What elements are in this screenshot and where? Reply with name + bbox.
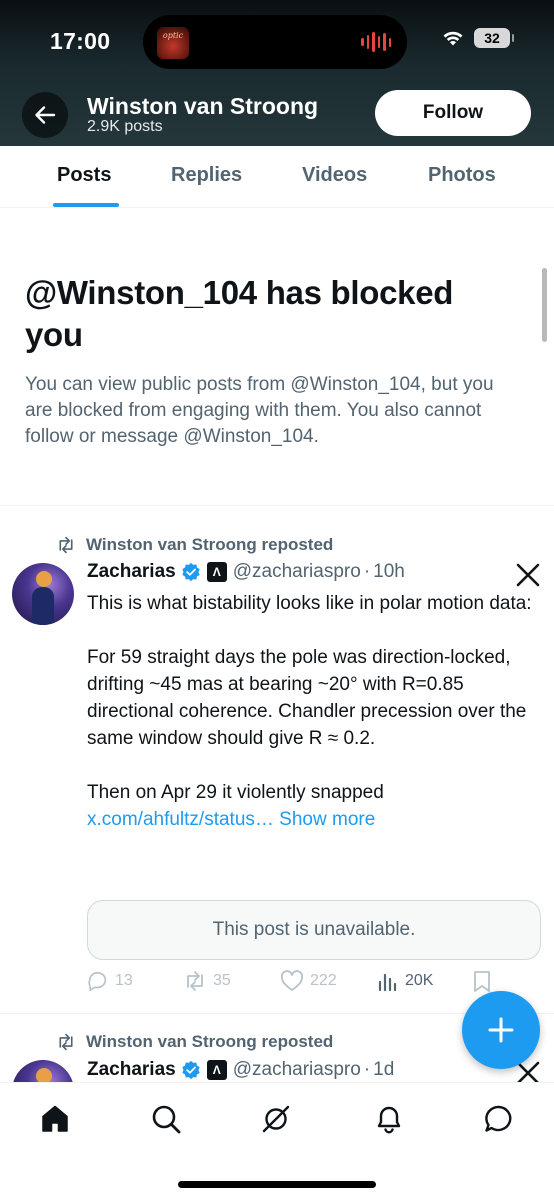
- repost-icon: [59, 536, 73, 554]
- post-body[interactable]: This is what bistability looks like in p…: [87, 590, 539, 833]
- avatar[interactable]: [12, 563, 74, 625]
- battery-indicator: 32: [474, 28, 514, 48]
- post-author-handle[interactable]: @zachariaspro: [233, 561, 361, 583]
- post-timestamp[interactable]: 1d: [373, 1059, 394, 1081]
- heart-icon: [280, 970, 304, 991]
- plus-icon: [488, 1017, 514, 1043]
- repost-icon: [187, 971, 203, 991]
- audio-waveform-icon: [361, 32, 391, 52]
- messages-icon[interactable]: [483, 1103, 515, 1135]
- repost-count: 35: [213, 972, 231, 989]
- profile-posts-count: 2.9K posts: [87, 118, 163, 135]
- grok-icon[interactable]: [515, 562, 541, 588]
- now-playing-artwork: optic: [157, 27, 189, 59]
- wifi-icon: [443, 31, 463, 46]
- bookmark-icon[interactable]: [472, 970, 492, 994]
- separator-dot: ·: [363, 1059, 371, 1080]
- like-count: 222: [310, 972, 337, 989]
- active-tab-indicator: [53, 203, 119, 207]
- notifications-icon[interactable]: [373, 1103, 405, 1135]
- verified-badge-icon: [182, 562, 200, 582]
- reply-button[interactable]: 13: [87, 970, 133, 992]
- blocked-description: You can view public posts from @Winston_…: [25, 374, 494, 447]
- artwork-text: optic: [162, 31, 184, 40]
- post-paragraph: This is what bistability looks like in p…: [87, 593, 532, 614]
- quoted-post-unavailable: This post is unavailable.: [87, 900, 541, 960]
- arrow-left-icon: [35, 106, 56, 124]
- home-indicator[interactable]: [178, 1181, 376, 1188]
- avatar[interactable]: [12, 1060, 74, 1082]
- status-indicators: 32: [442, 28, 514, 48]
- post-timestamp[interactable]: 10h: [373, 561, 405, 583]
- like-button[interactable]: 222: [280, 970, 337, 992]
- tab-photos[interactable]: Photos: [428, 164, 496, 187]
- profile-name: Winston van Stroong: [87, 93, 319, 119]
- tab-replies[interactable]: Replies: [171, 164, 242, 187]
- post-link[interactable]: x.com/ahfultz/status…: [87, 809, 274, 830]
- status-bar: 17:00 optic 32: [0, 0, 554, 80]
- repost-indicator[interactable]: Winston van Stroong reposted: [56, 1032, 333, 1052]
- home-icon[interactable]: [39, 1103, 71, 1135]
- tab-videos[interactable]: Videos: [302, 164, 367, 187]
- repost-button[interactable]: 35: [183, 970, 231, 992]
- follow-button[interactable]: Follow: [375, 90, 531, 136]
- post-paragraph-last: Then on Apr 29 it violently snapped x.co…: [87, 779, 539, 833]
- back-button[interactable]: [22, 92, 68, 138]
- search-icon[interactable]: [150, 1103, 182, 1135]
- profile-header: 17:00 optic 32 Winston van Stroong 2.9K …: [0, 0, 554, 146]
- views-chart-icon: [378, 973, 397, 992]
- post-header: Zacharias Λ @zachariaspro · 1d: [87, 1059, 394, 1081]
- post-author-name[interactable]: Zacharias: [87, 1059, 176, 1081]
- views-button[interactable]: 20K: [377, 970, 433, 992]
- verified-badge-icon: [182, 1060, 200, 1080]
- post-paragraph: For 59 straight days the pole was direct…: [87, 647, 527, 749]
- views-count: 20K: [405, 972, 434, 989]
- reply-count: 13: [115, 972, 133, 989]
- status-time: 17:00: [50, 28, 111, 54]
- repost-label: Winston van Stroong reposted: [86, 1032, 334, 1051]
- post-actions: 13 35 222 20K: [87, 970, 541, 996]
- repost-icon: [59, 1033, 73, 1051]
- reply-icon: [88, 971, 107, 991]
- section-divider: [0, 505, 554, 506]
- post-paragraph-text: Then on Apr 29 it violently snapped: [87, 782, 384, 803]
- profile-tabs: Posts Replies Videos Photos: [0, 146, 554, 208]
- post-author-name[interactable]: Zacharias: [87, 561, 176, 583]
- grok-icon[interactable]: [260, 1103, 292, 1135]
- blocked-title: @Winston_104 has blocked you: [25, 274, 454, 353]
- post-header: Zacharias Λ @zachariaspro · 10h: [87, 561, 405, 583]
- show-more-link[interactable]: Show more: [274, 809, 375, 830]
- tab-posts[interactable]: Posts: [57, 164, 111, 187]
- dynamic-island[interactable]: optic: [143, 15, 407, 69]
- separator-dot: ·: [363, 561, 371, 582]
- compose-post-button[interactable]: [462, 991, 540, 1069]
- scrollbar[interactable]: [542, 268, 547, 342]
- repost-indicator[interactable]: Winston van Stroong reposted: [56, 535, 333, 555]
- affiliate-badge-icon: Λ: [206, 1060, 227, 1080]
- post-author-handle[interactable]: @zachariaspro: [233, 1059, 361, 1081]
- affiliate-badge-icon: Λ: [206, 562, 227, 582]
- repost-label: Winston van Stroong reposted: [86, 535, 334, 554]
